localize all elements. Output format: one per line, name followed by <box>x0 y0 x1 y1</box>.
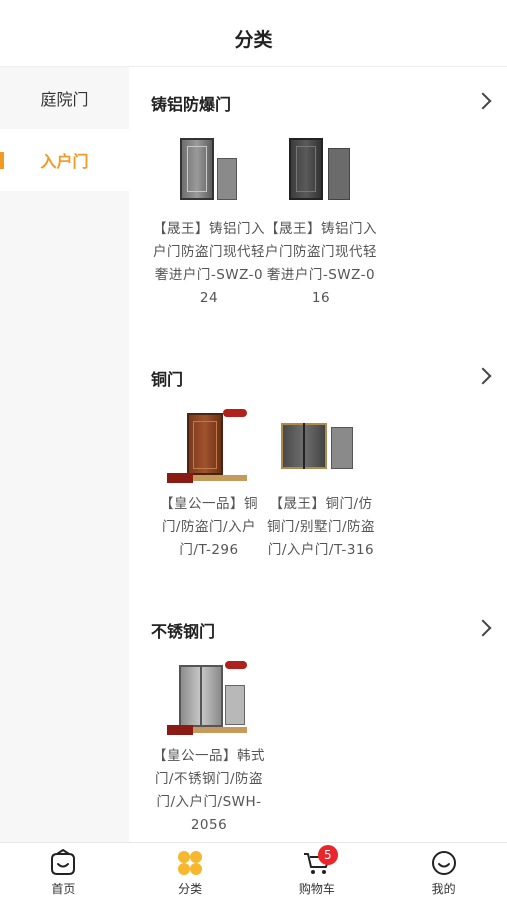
section-copper: 铜门 【皇公一品】铜门/防盗门/入户门/T-296 【晟王】铜门/仿铜门/别墅门… <box>129 363 507 558</box>
product-name: 【晟王】铸铝门入户门防盗门现代轻奢进户门-SWZ-016 <box>265 221 377 306</box>
category-icon <box>175 849 205 877</box>
tab-cart[interactable]: 5 购物车 <box>254 843 381 901</box>
product-image <box>265 138 377 212</box>
active-indicator <box>0 152 4 169</box>
category-content: 铸铝防爆门 【晟王】铸铝门入户门防盗门现代轻奢进户门-SWZ-024 【晟王】铸… <box>129 67 507 842</box>
product-image <box>265 413 377 487</box>
sidebar-item-entrance-door[interactable]: 入户门 <box>0 129 129 191</box>
cart-icon: 5 <box>302 845 338 877</box>
tab-category[interactable]: 分类 <box>127 843 254 901</box>
tab-profile[interactable]: 我的 <box>380 843 507 901</box>
section-title: 铜门 <box>151 370 184 389</box>
section-title: 铸铝防爆门 <box>151 95 232 114</box>
product-name: 【皇公一品】韩式门/不锈钢门/防盗门/入户门/SWH-2056 <box>153 748 265 833</box>
product-card[interactable]: 【晟王】铸铝门入户门防盗门现代轻奢进户门-SWZ-024 <box>153 138 265 310</box>
product-card[interactable]: 【晟王】铜门/仿铜门/别墅门/防盗门/入户门/T-316 <box>265 413 377 562</box>
sidebar-item-label: 入户门 <box>40 152 89 171</box>
product-name: 【皇公一品】铜门/防盗门/入户门/T-296 <box>160 496 258 558</box>
top-header: 分类 <box>0 0 507 67</box>
chevron-right-icon <box>474 367 492 385</box>
section-header[interactable]: 不锈钢门 <box>129 615 507 645</box>
section-cast-aluminum: 铸铝防爆门 【晟王】铸铝门入户门防盗门现代轻奢进户门-SWZ-024 【晟王】铸… <box>129 88 507 306</box>
section-title: 不锈钢门 <box>151 622 216 641</box>
tab-label: 首页 <box>51 882 76 896</box>
section-stainless-steel: 不锈钢门 【皇公一品】韩式门/不锈钢门/防盗门/入户门/SWH-2056 <box>129 615 507 833</box>
product-image <box>153 409 265 487</box>
chevron-right-icon <box>474 619 492 637</box>
tab-label: 分类 <box>178 882 203 896</box>
product-image <box>153 661 265 739</box>
chevron-right-icon <box>474 92 492 110</box>
category-sidebar: 庭院门 入户门 <box>0 67 129 842</box>
profile-icon <box>429 849 459 877</box>
product-name: 【晟王】铸铝门入户门防盗门现代轻奢进户门-SWZ-024 <box>153 221 265 306</box>
page-title: 分类 <box>234 28 273 51</box>
tab-home[interactable]: 首页 <box>0 843 127 901</box>
product-card[interactable]: 【皇公一品】铜门/防盗门/入户门/T-296 <box>153 409 265 562</box>
sidebar-item-courtyard-door[interactable]: 庭院门 <box>0 67 129 129</box>
product-card[interactable]: 【晟王】铸铝门入户门防盗门现代轻奢进户门-SWZ-016 <box>265 138 377 310</box>
sidebar-item-label: 庭院门 <box>40 90 89 109</box>
home-icon <box>48 848 78 877</box>
section-header[interactable]: 铜门 <box>129 363 507 393</box>
cart-count-badge: 5 <box>317 845 338 865</box>
product-image <box>153 138 265 212</box>
tab-label: 购物车 <box>298 882 335 896</box>
tab-label: 我的 <box>431 882 456 896</box>
bottom-tab-bar: 首页 分类 5 购物车 我的 <box>0 842 507 901</box>
product-name: 【晟王】铜门/仿铜门/别墅门/防盗门/入户门/T-316 <box>266 496 376 558</box>
section-header[interactable]: 铸铝防爆门 <box>129 88 507 118</box>
product-card[interactable]: 【皇公一品】韩式门/不锈钢门/防盗门/入户门/SWH-2056 <box>153 661 265 837</box>
